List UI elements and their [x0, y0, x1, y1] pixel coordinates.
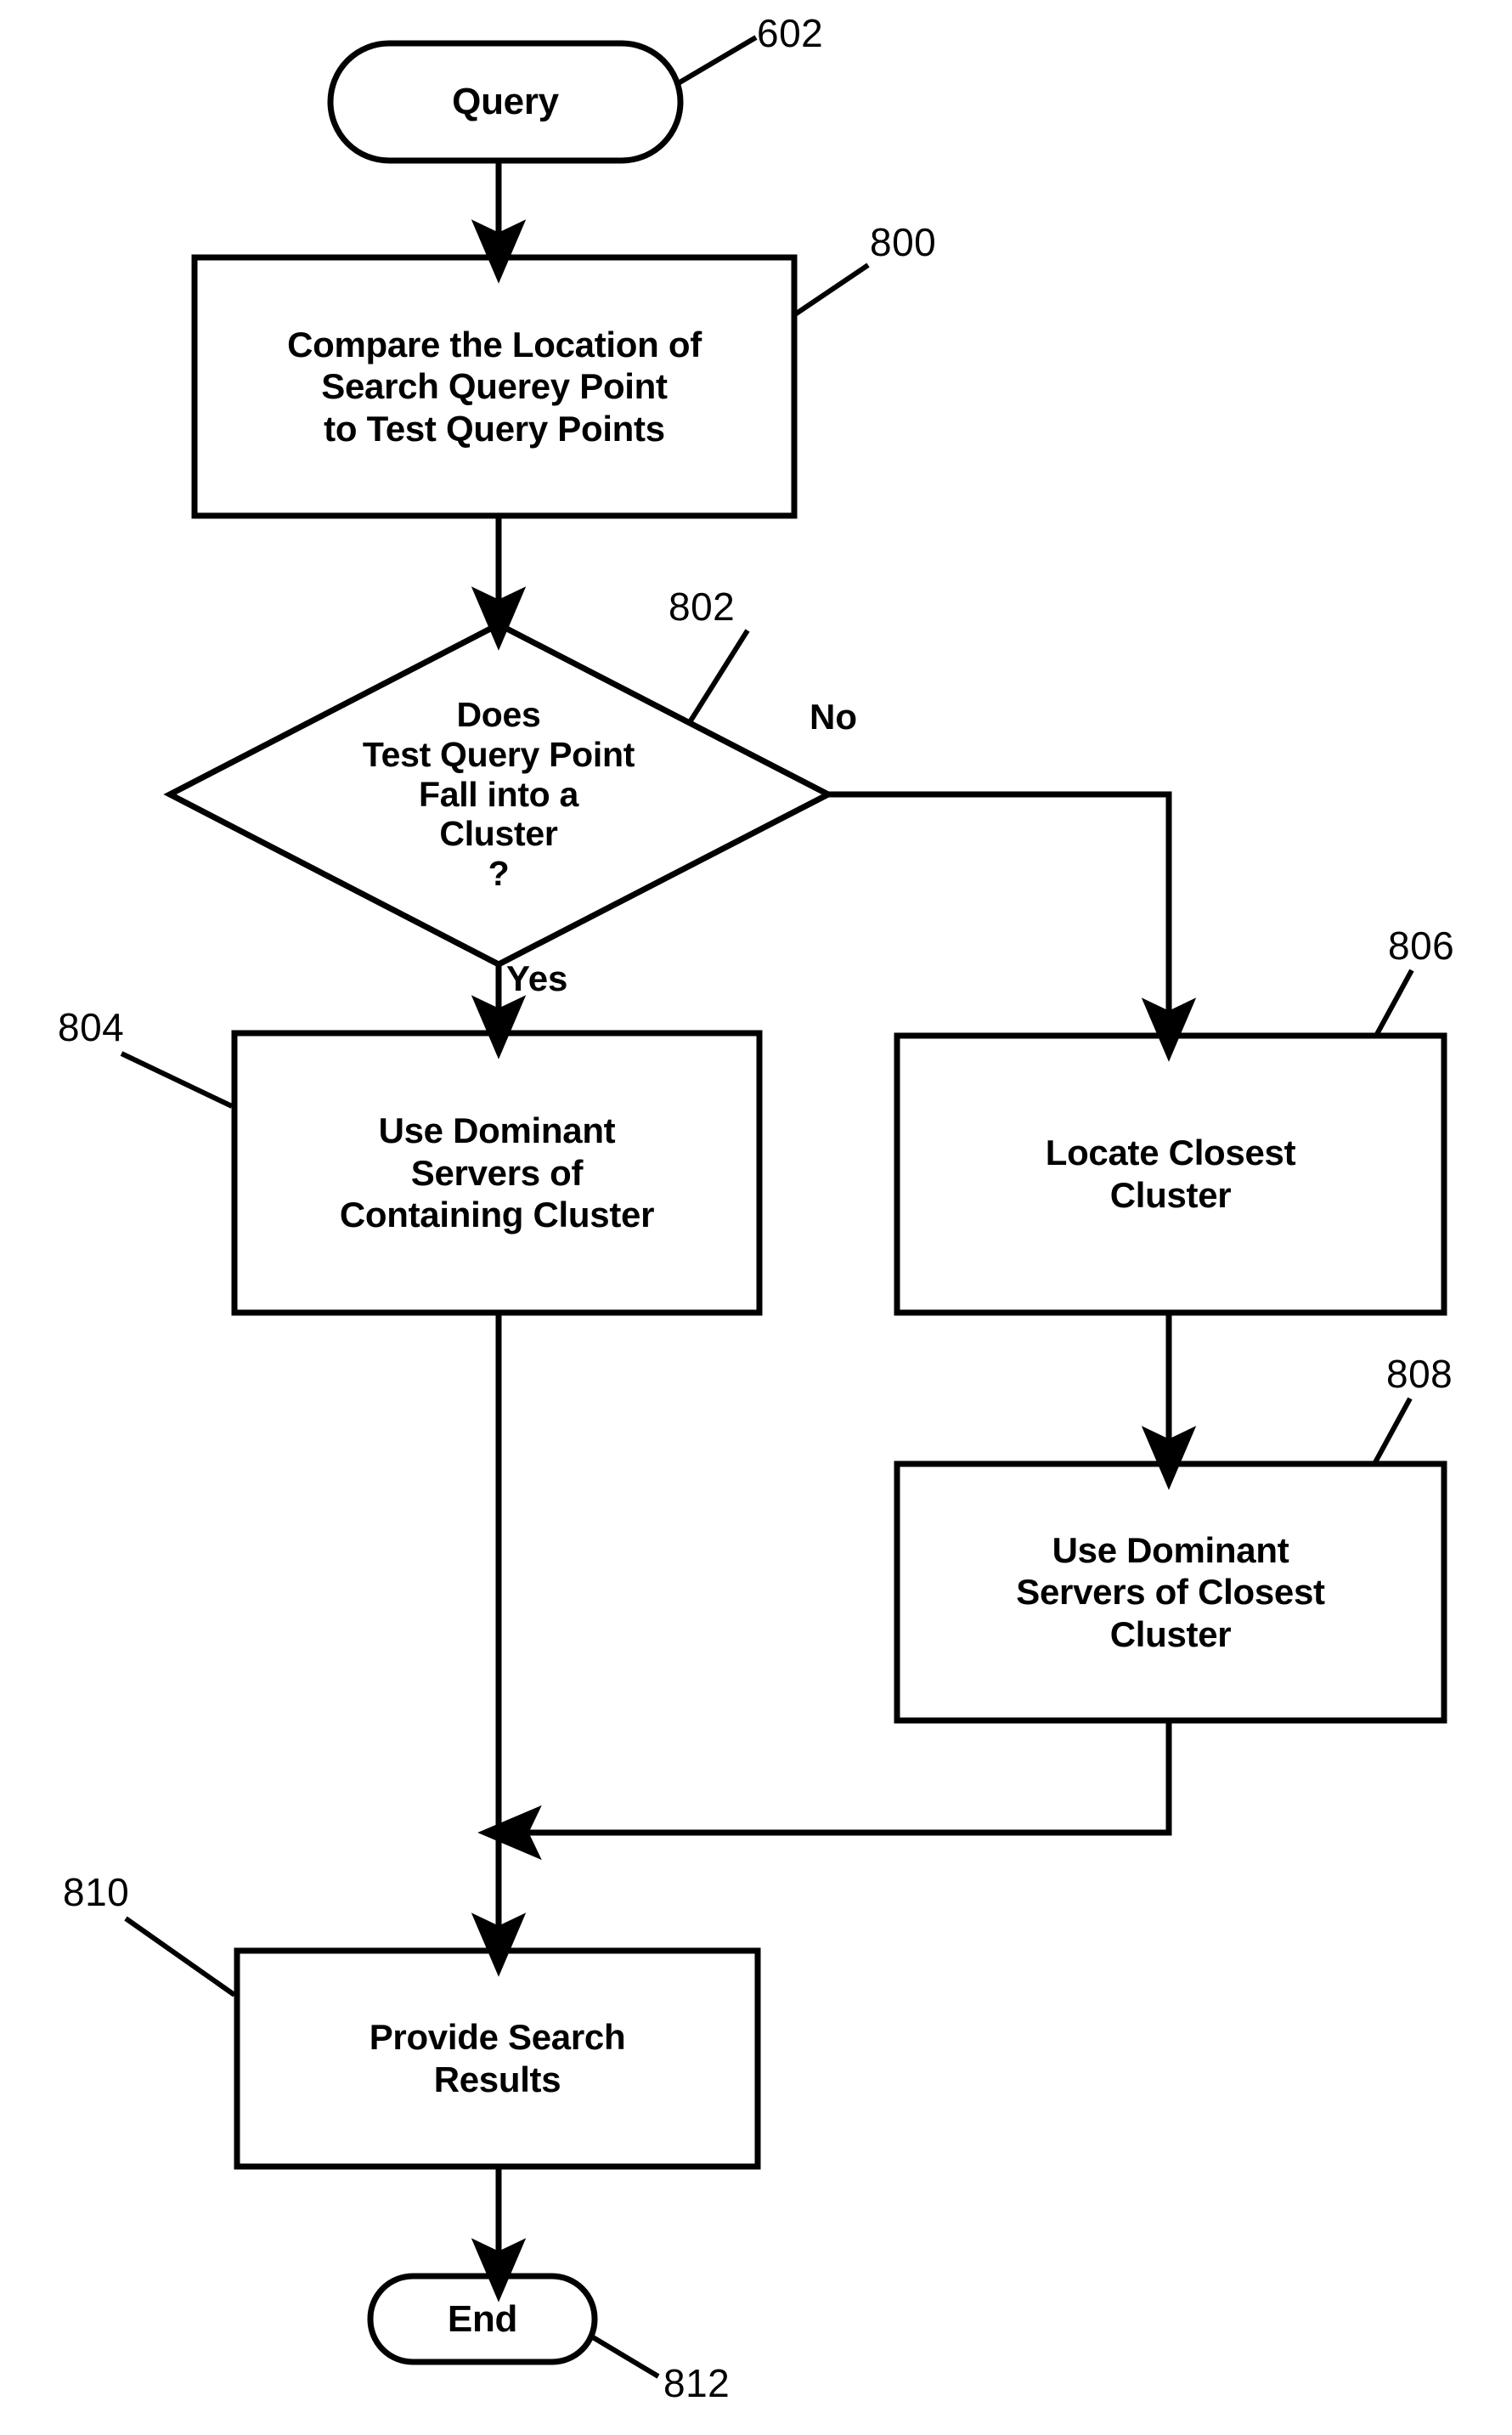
node-start-shape	[327, 40, 684, 164]
patent-figure: Query Compare the Location of Search Que…	[0, 0, 1512, 2435]
flowchart-canvas	[120, 35, 1447, 2379]
edge-label-no: No	[810, 697, 857, 737]
ref-numeral-804: 804	[58, 1005, 125, 1049]
leader-line-810	[124, 1916, 236, 1997]
node-use-containing-shape	[231, 1030, 763, 1316]
node-use-closest-shape	[894, 1460, 1447, 1724]
node-compare-shape	[191, 254, 798, 519]
leader-line-806	[1374, 969, 1414, 1037]
edge-use-closest-merge-to-trunk	[477, 1720, 1172, 1861]
node-decision-shape	[163, 621, 835, 968]
leader-line-808	[1372, 1397, 1413, 1466]
ref-numeral-802: 802	[669, 585, 736, 629]
node-end-shape	[367, 2273, 598, 2365]
edge-decision-no-to-locate-closest	[828, 791, 1197, 1062]
leader-line-804	[120, 1051, 234, 1109]
leader-line-802	[687, 629, 750, 724]
ref-numeral-602: 602	[757, 11, 824, 55]
leader-line-800	[791, 263, 870, 319]
leader-line-812	[587, 2332, 660, 2379]
ref-numeral-806: 806	[1388, 924, 1455, 968]
ref-numeral-800: 800	[870, 220, 937, 264]
edge-label-yes: Yes	[506, 958, 568, 998]
ref-numeral-810: 810	[63, 1870, 130, 1914]
node-provide-results-shape	[234, 1947, 761, 2170]
leader-line-602	[674, 35, 758, 88]
node-locate-closest-shape	[894, 1032, 1447, 1316]
ref-numeral-808: 808	[1386, 1352, 1453, 1396]
ref-numeral-812: 812	[663, 2361, 731, 2405]
